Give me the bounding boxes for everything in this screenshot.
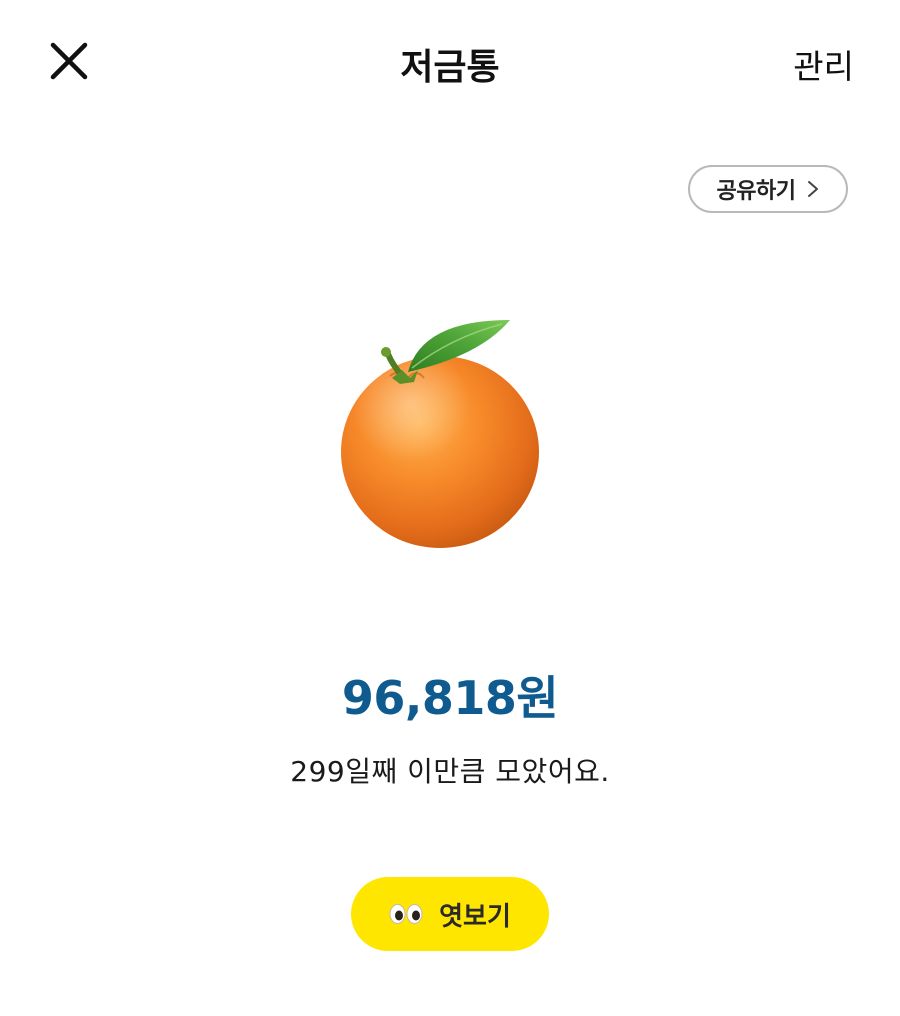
eyes-icon: [389, 903, 423, 925]
manage-button[interactable]: 관리: [793, 40, 854, 88]
page-title: 저금통: [400, 47, 500, 88]
chevron-right-icon: [807, 180, 819, 198]
close-icon: [44, 38, 92, 86]
piggy-bank-screen: 저금통 관리 공유하기 96,818원 299일째 이만큼 모았어요. 엿보기: [0, 0, 900, 1016]
amount-value: 96,818: [341, 671, 517, 725]
savings-amount: 96,818원: [0, 662, 900, 728]
header: 저금통 관리: [0, 0, 900, 122]
savings-message: 299일째 이만큼 모았어요.: [290, 755, 610, 788]
amount-currency: 원: [516, 671, 559, 725]
close-button[interactable]: [44, 38, 92, 86]
peek-button[interactable]: 엿보기: [351, 877, 549, 951]
share-label: 공유하기: [716, 179, 796, 204]
orange-icon: [330, 298, 560, 558]
share-button[interactable]: 공유하기: [688, 165, 848, 213]
peek-label: 엿보기: [439, 901, 511, 932]
